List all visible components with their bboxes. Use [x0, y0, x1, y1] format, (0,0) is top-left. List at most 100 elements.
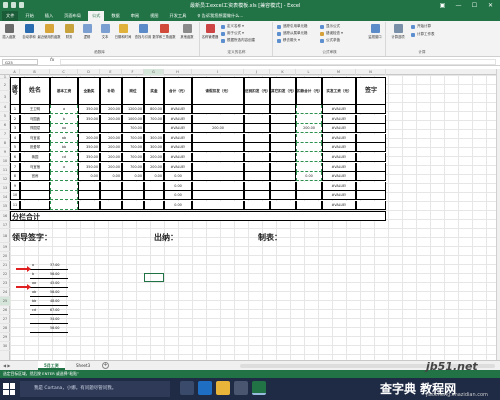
define-name-button[interactable]: 定义名称 ▾: [221, 24, 244, 29]
table-cell-post[interactable]: 1000.00: [122, 114, 144, 124]
table-cell-no[interactable]: 10: [10, 191, 20, 201]
redo-icon[interactable]: [19, 2, 24, 8]
table-cell-late[interactable]: [192, 143, 244, 153]
table-cell-post[interactable]: 700.00: [122, 133, 144, 143]
row-header[interactable]: 11: [0, 166, 10, 175]
table-cell-base[interactable]: cd: [50, 153, 78, 162]
table-cell-sign[interactable]: [356, 114, 386, 124]
table-cell-full[interactable]: [78, 201, 100, 210]
table-cell-no[interactable]: 9: [10, 181, 20, 191]
calculate-now-button[interactable]: 开始计算: [411, 24, 431, 29]
row-header[interactable]: 6: [0, 121, 10, 130]
tab-review[interactable]: 审阅: [127, 11, 143, 21]
more-functions-button[interactable]: 其他函数: [180, 24, 194, 39]
table-cell-base[interactable]: [50, 191, 78, 201]
tab-home[interactable]: 开始: [21, 11, 37, 21]
lookup-key[interactable]: a: [32, 263, 34, 267]
table-cell-absent[interactable]: [244, 181, 270, 191]
table-cell-total[interactable]: #VALUE!: [164, 143, 192, 153]
lookup-value[interactable]: 56.00: [50, 326, 59, 330]
table-cell-other[interactable]: [270, 114, 296, 124]
table-cell-actual[interactable]: #VALUE!: [322, 143, 356, 153]
table-cell-bonus[interactable]: 300.00: [144, 143, 164, 153]
row-header[interactable]: 10: [0, 157, 10, 166]
table-cell-name[interactable]: [20, 181, 50, 191]
table-cell-base[interactable]: a: [50, 105, 78, 114]
tab-file[interactable]: 文件: [2, 11, 19, 21]
table-cell-deduct[interactable]: [296, 143, 322, 153]
table-cell-deduct[interactable]: [296, 162, 322, 172]
calculate-sheet-button[interactable]: 计算工作表: [411, 32, 435, 37]
table-cell-total[interactable]: #VALUE!: [164, 105, 192, 114]
table-cell-no[interactable]: 11: [10, 201, 20, 210]
table-cell-no[interactable]: 8: [10, 172, 20, 182]
math-trig-button[interactable]: 数学和三角函数: [152, 24, 176, 39]
table-cell-total[interactable]: 0.00: [164, 172, 192, 182]
table-cell-other[interactable]: [270, 124, 296, 134]
table-cell-name[interactable]: 王卫明: [20, 105, 50, 114]
table-cell-deduct[interactable]: [296, 181, 322, 191]
table-cell-name[interactable]: 乌国鑫: [20, 114, 50, 124]
table-cell-post[interactable]: [122, 181, 144, 191]
recent-functions-button[interactable]: 最近使用的函数: [37, 24, 61, 39]
name-manager-button[interactable]: 名称管理器: [202, 24, 218, 39]
table-cell-bonus[interactable]: 700.00: [144, 114, 164, 124]
table-cell-post[interactable]: 0.00: [122, 172, 144, 182]
table-cell-sign[interactable]: [356, 153, 386, 162]
table-cell-other[interactable]: [270, 191, 296, 201]
table-cell-post[interactable]: 700.00: [122, 124, 144, 134]
table-cell-late[interactable]: [192, 172, 244, 182]
table-cell-subsidy[interactable]: [100, 181, 122, 191]
row-header[interactable]: 26: [0, 306, 10, 315]
lookup-key[interactable]: aa: [32, 281, 36, 285]
table-cell-full[interactable]: 0.00: [78, 172, 100, 182]
financial-button[interactable]: 财务: [62, 24, 76, 39]
insert-function-button[interactable]: 插入函数: [2, 24, 16, 39]
row-header[interactable]: 7: [0, 130, 10, 139]
table-cell-subsidy[interactable]: 200.00: [100, 143, 122, 153]
tab-formulas[interactable]: 公式: [87, 11, 105, 21]
row-header[interactable]: 29: [0, 333, 10, 342]
table-cell-sign[interactable]: [356, 124, 386, 134]
tab-developer[interactable]: 开发工具: [166, 11, 191, 21]
table-cell-base[interactable]: a: [50, 162, 78, 172]
table-cell-actual[interactable]: #VALUE!: [322, 181, 356, 191]
table-cell-late[interactable]: [192, 201, 244, 210]
table-cell-late[interactable]: [192, 105, 244, 114]
tab-data[interactable]: 数据: [107, 11, 123, 21]
table-cell-bonus[interactable]: [144, 124, 164, 134]
minimize-icon[interactable]: —: [451, 1, 466, 10]
tab-view[interactable]: 视图: [146, 11, 162, 21]
sheet-tab-may-salary[interactable]: 5月工资: [38, 361, 65, 370]
row-header[interactable]: 23: [0, 279, 10, 288]
table-cell-name[interactable]: [20, 191, 50, 201]
lookup-key[interactable]: cd: [32, 308, 36, 312]
table-cell-absent[interactable]: [244, 172, 270, 182]
table-cell-total[interactable]: 0.00: [164, 191, 192, 201]
table-cell-late[interactable]: [192, 114, 244, 124]
table-cell-total[interactable]: 0.00: [164, 181, 192, 191]
tab-page-layout[interactable]: 页面布局: [60, 11, 85, 21]
table-cell-total[interactable]: #VALUE!: [164, 133, 192, 143]
worksheet-grid[interactable]: A B C D E F G H I J K L M N 1 2 3 4 5 6 7 8 9 10 1…: [0, 69, 496, 360]
table-cell-sign[interactable]: [356, 133, 386, 143]
logical-button[interactable]: 逻辑: [80, 24, 94, 39]
table-cell-other[interactable]: [270, 153, 296, 162]
close-icon[interactable]: ✕: [483, 1, 498, 10]
error-checking-button[interactable]: 错误检查 ▾: [320, 31, 343, 36]
table-cell-sign[interactable]: [356, 162, 386, 172]
table-cell-no[interactable]: 2: [10, 114, 20, 124]
row-header[interactable]: 30: [0, 342, 10, 351]
name-box[interactable]: G25: [2, 59, 38, 65]
create-from-selection-button[interactable]: 根据所选内容创建: [221, 38, 255, 43]
table-cell-late[interactable]: [192, 191, 244, 201]
table-cell-deduct[interactable]: [296, 105, 322, 114]
row-header[interactable]: 24: [0, 288, 10, 297]
sheet-nav-arrows[interactable]: ◀ ▶: [3, 363, 10, 368]
table-cell-deduct[interactable]: [296, 201, 322, 210]
table-cell-absent[interactable]: [244, 191, 270, 201]
maximize-icon[interactable]: ☐: [467, 1, 482, 10]
table-cell-total[interactable]: #VALUE!: [164, 114, 192, 124]
table-cell-actual[interactable]: #VALUE!: [322, 124, 356, 134]
table-cell-deduct[interactable]: [296, 191, 322, 201]
